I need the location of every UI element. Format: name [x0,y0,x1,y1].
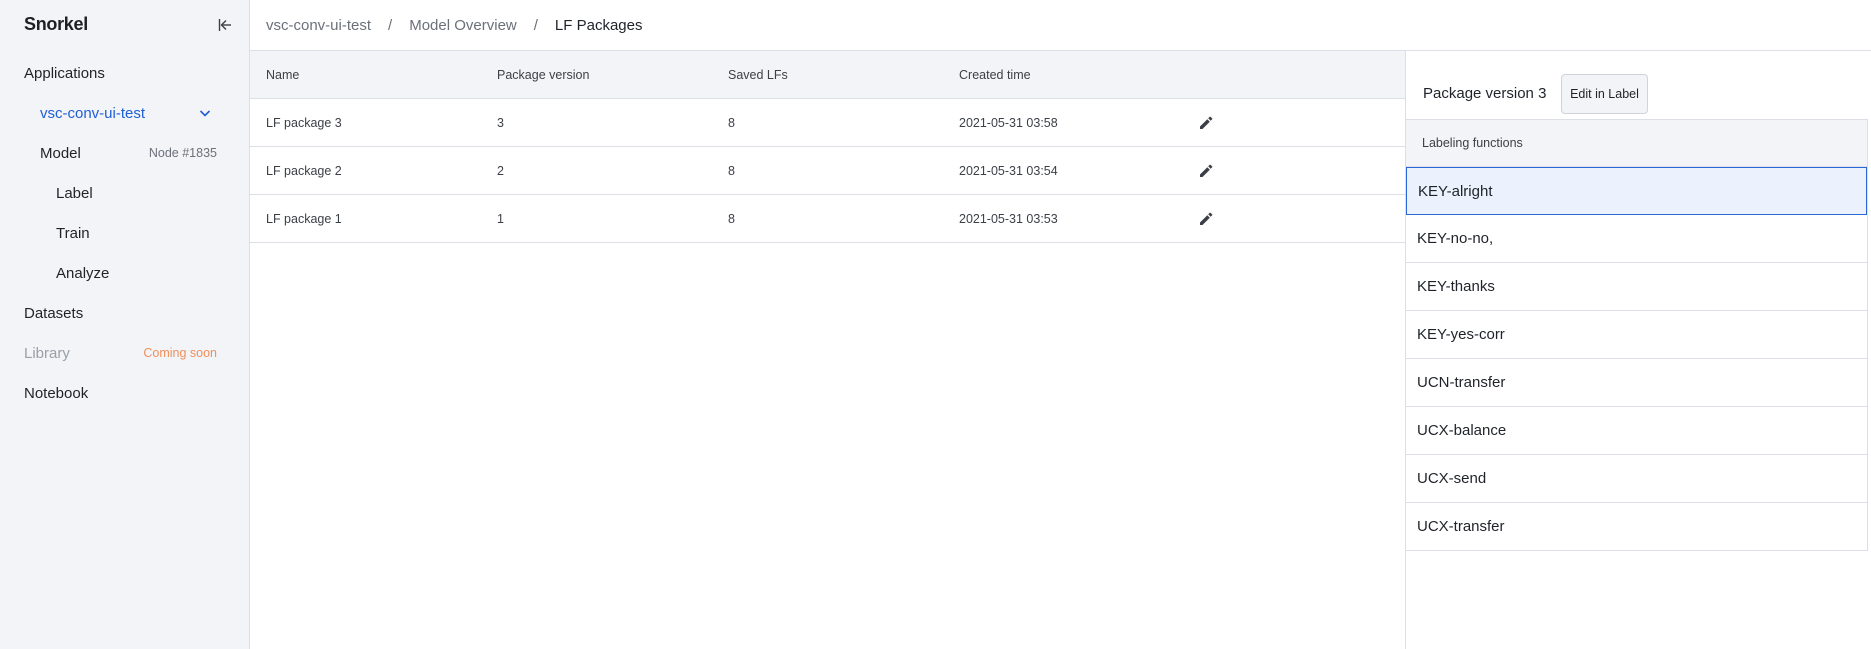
snorkel-logo: Snorkel [24,14,88,34]
sidebar-item-label: Train [56,224,90,242]
sidebar-item-application-vsc-conv-ui-test[interactable]: vsc-conv-ui-test [0,95,250,131]
pencil-icon[interactable] [1198,211,1214,227]
collapse-sidebar-button[interactable] [214,14,236,36]
breadcrumb-item-lf-packages: LF Packages [554,16,643,34]
sidebar-item-label: Label [56,184,93,202]
package-version: 2 [497,163,504,178]
created-time: 2021-05-31 03:54 [959,163,1058,178]
package-name: LF package 3 [266,115,342,130]
edit-in-label-button[interactable]: Edit in Label [1561,74,1648,114]
sidebar-item-notebook[interactable]: Notebook [0,375,250,411]
package-version: 1 [497,211,504,226]
column-header-package-version: Package version [497,67,590,82]
saved-lfs-count: 8 [728,211,735,226]
package-name: LF package 2 [266,163,342,178]
sidebar-item-label-page[interactable]: Label [0,175,250,211]
sidebar-item-applications[interactable]: Applications [0,55,250,91]
lf-packages-table: Name Package version Saved LFs Created t… [250,51,1406,243]
sidebar: Snorkel Applications vsc-conv-ui-test Mo… [0,0,250,649]
sidebar-item-model[interactable]: Model Node #1835 [0,135,250,171]
column-header-created-time: Created time [959,67,1031,82]
chevron-down-icon[interactable] [198,106,212,120]
saved-lfs-count: 8 [728,115,735,130]
table-row[interactable]: LF package 3 3 8 2021-05-31 03:58 [250,99,1406,147]
created-time: 2021-05-31 03:58 [959,115,1058,130]
sidebar-item-label: Model [40,144,81,162]
package-detail-panel: Package version 3 Edit in Label Labeling… [1405,51,1871,649]
sidebar-item-library: Library Coming soon [0,335,250,371]
sidebar-item-datasets[interactable]: Datasets [0,295,250,331]
sidebar-item-label: Analyze [56,264,110,282]
sidebar-item-label: Notebook [24,384,89,402]
package-name: LF package 1 [266,211,342,226]
column-header-name: Name [266,67,300,82]
sidebar-item-train[interactable]: Train [0,215,250,251]
breadcrumb-item-model-overview[interactable]: Model Overview [409,17,517,34]
labeling-functions-header: Labeling functions [1406,119,1867,167]
breadcrumb-item-application[interactable]: vsc-conv-ui-test [266,17,371,34]
created-time: 2021-05-31 03:53 [959,211,1058,226]
list-item[interactable]: UCX-send [1406,455,1867,503]
list-item[interactable]: KEY-alright [1406,167,1867,215]
collapse-sidebar-icon [218,19,231,31]
node-id-label: Node #1835 [148,146,217,160]
breadcrumb: vsc-conv-ui-test / Model Overview / LF P… [250,0,1871,51]
saved-lfs-count: 8 [728,163,735,178]
panel-title: Package version 3 [1423,85,1547,102]
pencil-icon[interactable] [1198,115,1214,131]
list-item[interactable]: UCN-transfer [1406,359,1867,407]
list-item[interactable]: UCX-transfer [1406,503,1867,551]
sidebar-item-label: Library [24,344,70,362]
list-item[interactable]: KEY-yes-corr [1406,311,1867,359]
list-item[interactable]: KEY-no-no, [1406,215,1867,263]
breadcrumb-separator: / [533,16,538,34]
package-version: 3 [497,115,504,130]
sidebar-item-label: Applications [24,64,105,82]
coming-soon-badge: Coming soon [143,346,217,360]
table-row[interactable]: LF package 1 1 8 2021-05-31 03:53 [250,195,1406,243]
labeling-functions-list: Labeling functions KEY-alright KEY-no-no… [1406,119,1868,551]
table-header: Name Package version Saved LFs Created t… [250,51,1406,99]
breadcrumb-separator: / [388,16,393,34]
sidebar-item-label: vsc-conv-ui-test [40,104,146,122]
column-header-saved-lfs: Saved LFs [728,67,788,82]
list-item[interactable]: KEY-thanks [1406,263,1867,311]
list-item[interactable]: UCX-balance [1406,407,1867,455]
pencil-icon[interactable] [1198,163,1214,179]
sidebar-item-analyze[interactable]: Analyze [0,255,250,291]
sidebar-item-label: Datasets [24,304,84,322]
table-row[interactable]: LF package 2 2 8 2021-05-31 03:54 [250,147,1406,195]
